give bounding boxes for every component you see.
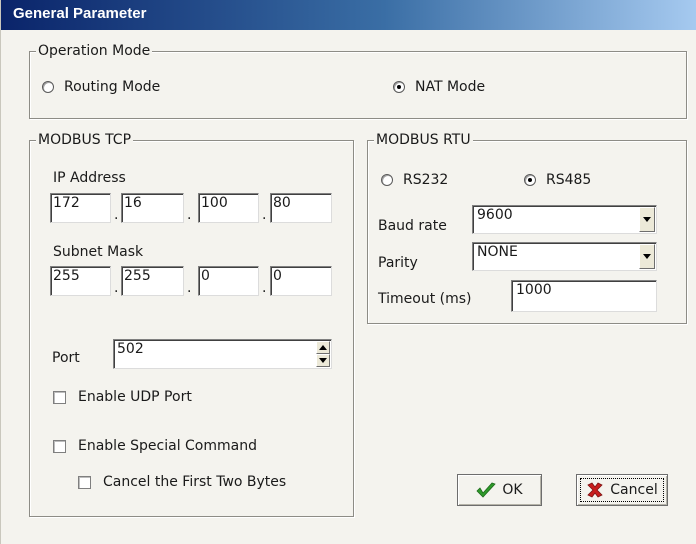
chevron-down-icon	[643, 217, 651, 222]
enable-udp-port-label: Enable UDP Port	[78, 389, 192, 405]
cancel-first-two-bytes-label: Cancel the First Two Bytes	[103, 474, 287, 490]
cancel-button[interactable]: Cancel	[576, 474, 668, 506]
enable-special-command-checkbox[interactable]: Enable Special Command	[53, 438, 257, 454]
arrow-up-icon	[319, 345, 327, 350]
port-spinbox[interactable]: 502	[113, 339, 332, 369]
enable-udp-port-checkbox[interactable]: Enable UDP Port	[53, 389, 192, 405]
nat-mode-radio[interactable]: NAT Mode	[393, 79, 485, 95]
ip-separator: .	[262, 207, 267, 223]
ip-octet-3-input[interactable]: 100	[198, 193, 259, 223]
radio-checked-icon	[524, 174, 536, 186]
ip-address-label: IP Address	[53, 170, 126, 186]
spin-down-button[interactable]	[316, 354, 330, 367]
parity-dropdown-button[interactable]	[639, 244, 655, 269]
ok-button[interactable]: OK	[457, 474, 542, 506]
chevron-down-icon	[643, 254, 651, 259]
timeout-label: Timeout (ms)	[378, 291, 472, 307]
title-bar[interactable]: General Parameter	[1, 0, 696, 30]
radio-checked-icon	[393, 81, 405, 93]
rs485-radio[interactable]: RS485	[524, 172, 591, 188]
nat-mode-label: NAT Mode	[415, 79, 486, 95]
modbus-tcp-legend: MODBUS TCP	[36, 131, 134, 149]
ip-octet-2-input[interactable]: 16	[121, 193, 184, 223]
modbus-rtu-group: MODBUS RTU RS232 RS485 Baud rate 9600 Pa…	[367, 131, 687, 324]
ip-separator: .	[187, 207, 192, 223]
enable-special-command-label: Enable Special Command	[78, 438, 257, 454]
window-title: General Parameter	[13, 5, 147, 22]
ip-octet-4-input[interactable]: 80	[270, 193, 332, 223]
subnet-separator: .	[262, 280, 267, 296]
subnet-octet-4-input[interactable]: 0	[270, 266, 332, 296]
subnet-octet-3-input[interactable]: 0	[198, 266, 259, 296]
baud-rate-select[interactable]: 9600	[472, 205, 657, 234]
port-label: Port	[52, 350, 80, 366]
subnet-separator: .	[114, 280, 119, 296]
routing-mode-label: Routing Mode	[64, 79, 161, 95]
cancel-label: Cancel	[610, 482, 658, 498]
parity-select[interactable]: NONE	[472, 242, 657, 271]
radio-unchecked-icon	[381, 174, 393, 186]
subnet-separator: .	[187, 280, 192, 296]
arrow-down-icon	[319, 358, 327, 363]
subnet-mask-label: Subnet Mask	[53, 244, 144, 260]
port-value: 502	[117, 341, 144, 357]
checkbox-unchecked-icon	[53, 390, 66, 404]
general-parameter-dialog: General Parameter Operation Mode Routing…	[0, 0, 696, 544]
ip-octet-1-input[interactable]: 172	[50, 193, 111, 223]
modbus-tcp-group: MODBUS TCP IP Address 172 . 16 . 100 . 8…	[29, 131, 354, 517]
baud-rate-value: 9600	[477, 207, 513, 223]
subnet-octet-2-input[interactable]: 255	[121, 266, 184, 296]
parity-label: Parity	[378, 255, 418, 271]
radio-unchecked-icon	[42, 81, 54, 93]
operation-mode-legend: Operation Mode	[36, 42, 153, 60]
operation-mode-group: Operation Mode Routing Mode NAT Mode	[29, 42, 687, 119]
baud-rate-dropdown-button[interactable]	[639, 207, 655, 232]
timeout-input[interactable]: 1000	[511, 280, 657, 312]
rs232-label: RS232	[403, 172, 449, 188]
port-spin-buttons	[316, 341, 330, 367]
checkbox-unchecked-icon	[53, 439, 66, 453]
spin-up-button[interactable]	[316, 341, 330, 354]
subnet-octet-1-input[interactable]: 255	[50, 266, 111, 296]
ok-label: OK	[502, 482, 523, 498]
rs232-radio[interactable]: RS232	[381, 172, 448, 188]
rs485-label: RS485	[546, 172, 592, 188]
ip-separator: .	[114, 207, 119, 223]
routing-mode-radio[interactable]: Routing Mode	[42, 79, 160, 95]
parity-value: NONE	[477, 244, 518, 260]
cancel-first-two-bytes-checkbox[interactable]: Cancel the First Two Bytes	[78, 474, 286, 490]
checkmark-icon	[476, 482, 497, 498]
modbus-rtu-legend: MODBUS RTU	[374, 131, 473, 149]
close-icon	[587, 482, 603, 498]
baud-rate-label: Baud rate	[378, 218, 447, 234]
checkbox-unchecked-icon	[78, 475, 91, 489]
